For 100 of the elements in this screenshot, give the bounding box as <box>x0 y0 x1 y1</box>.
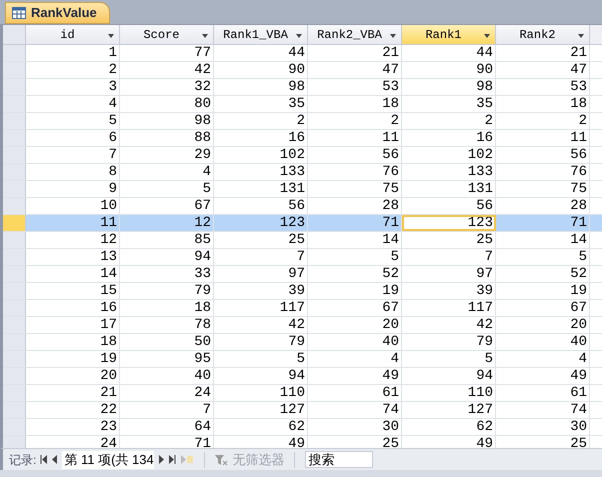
table-cell[interactable]: 21 <box>26 385 120 401</box>
table-cell[interactable]: 42 <box>214 317 308 333</box>
table-cell[interactable]: 18 <box>496 96 590 112</box>
table-cell[interactable]: 75 <box>308 181 402 197</box>
column-header[interactable]: id <box>26 25 120 44</box>
row-selector[interactable] <box>3 181 26 197</box>
table-cell[interactable]: 98 <box>120 113 214 129</box>
table-cell[interactable]: 85 <box>120 232 214 248</box>
table-cell[interactable]: 5 <box>496 249 590 265</box>
table-cell[interactable]: 44 <box>402 45 496 61</box>
table-cell[interactable]: 18 <box>26 334 120 350</box>
table-cell[interactable]: 127 <box>214 402 308 418</box>
table-cell[interactable]: 94 <box>402 368 496 384</box>
row-selector[interactable] <box>3 283 26 299</box>
table-cell[interactable]: 21 <box>496 45 590 61</box>
row-selector[interactable] <box>3 300 26 316</box>
table-cell[interactable]: 11 <box>26 215 120 231</box>
table-cell[interactable]: 64 <box>120 419 214 435</box>
row-selector[interactable] <box>3 402 26 418</box>
table-cell[interactable]: 56 <box>402 198 496 214</box>
table-cell[interactable]: 25 <box>402 232 496 248</box>
table-cell[interactable]: 30 <box>496 419 590 435</box>
table-cell[interactable]: 42 <box>120 62 214 78</box>
table-cell[interactable]: 3 <box>26 79 120 95</box>
first-record-icon[interactable] <box>40 455 48 464</box>
table-cell[interactable]: 4 <box>120 164 214 180</box>
table-cell[interactable]: 35 <box>402 96 496 112</box>
table-cell[interactable]: 10 <box>26 198 120 214</box>
table-cell[interactable]: 80 <box>120 96 214 112</box>
table-cell[interactable]: 49 <box>308 368 402 384</box>
table-cell[interactable]: 11 <box>308 130 402 146</box>
column-header[interactable]: Rank2 <box>496 25 590 44</box>
row-selector[interactable] <box>3 215 26 231</box>
table-cell[interactable]: 2 <box>402 113 496 129</box>
dropdown-arrow-icon[interactable] <box>202 34 208 38</box>
table-cell[interactable]: 62 <box>214 419 308 435</box>
table-cell[interactable]: 133 <box>214 164 308 180</box>
table-cell[interactable]: 12 <box>120 215 214 231</box>
table-cell[interactable]: 74 <box>308 402 402 418</box>
table-cell[interactable]: 1 <box>26 45 120 61</box>
table-cell[interactable]: 28 <box>308 198 402 214</box>
table-tab[interactable]: RankValue <box>5 2 110 24</box>
table-cell[interactable]: 78 <box>120 317 214 333</box>
table-cell[interactable]: 97 <box>214 266 308 282</box>
table-cell[interactable]: 17 <box>26 317 120 333</box>
table-cell[interactable]: 74 <box>496 402 590 418</box>
table-cell[interactable]: 4 <box>308 351 402 367</box>
table-cell[interactable]: 7 <box>26 147 120 163</box>
table-cell[interactable]: 47 <box>308 62 402 78</box>
row-selector[interactable] <box>3 62 26 78</box>
table-cell[interactable]: 19 <box>308 283 402 299</box>
table-cell[interactable]: 79 <box>214 334 308 350</box>
row-selector[interactable] <box>3 419 26 435</box>
table-cell[interactable]: 7 <box>214 249 308 265</box>
table-cell[interactable]: 7 <box>402 249 496 265</box>
table-cell[interactable]: 67 <box>120 198 214 214</box>
table-cell[interactable]: 44 <box>214 45 308 61</box>
table-cell[interactable]: 75 <box>496 181 590 197</box>
table-cell[interactable]: 2 <box>308 113 402 129</box>
table-cell[interactable]: 11 <box>496 130 590 146</box>
table-cell[interactable]: 9 <box>26 181 120 197</box>
table-cell[interactable]: 123 <box>402 215 496 231</box>
row-selector[interactable] <box>3 232 26 248</box>
table-cell[interactable]: 20 <box>308 317 402 333</box>
table-cell[interactable]: 15 <box>26 283 120 299</box>
table-cell[interactable]: 76 <box>308 164 402 180</box>
table-cell[interactable]: 22 <box>26 402 120 418</box>
table-cell[interactable]: 98 <box>402 79 496 95</box>
table-cell[interactable]: 61 <box>496 385 590 401</box>
table-cell[interactable]: 47 <box>496 62 590 78</box>
table-cell[interactable]: 5 <box>402 351 496 367</box>
table-cell[interactable]: 16 <box>26 300 120 316</box>
table-cell[interactable]: 4 <box>496 351 590 367</box>
table-cell[interactable]: 62 <box>402 419 496 435</box>
table-cell[interactable]: 30 <box>308 419 402 435</box>
table-cell[interactable]: 102 <box>402 147 496 163</box>
dropdown-arrow-icon[interactable] <box>390 34 396 38</box>
table-cell[interactable]: 23 <box>26 419 120 435</box>
table-cell[interactable]: 19 <box>496 283 590 299</box>
next-record-icon[interactable] <box>158 455 164 464</box>
last-record-icon[interactable] <box>168 455 176 464</box>
row-selector[interactable] <box>3 198 26 214</box>
table-cell[interactable]: 98 <box>214 79 308 95</box>
table-cell[interactable]: 88 <box>120 130 214 146</box>
row-selector[interactable] <box>3 96 26 112</box>
table-cell[interactable]: 56 <box>496 147 590 163</box>
table-cell[interactable]: 76 <box>496 164 590 180</box>
table-cell[interactable]: 29 <box>120 147 214 163</box>
record-position-field[interactable]: 第 11 项(共 134 <box>62 450 154 468</box>
table-cell[interactable]: 40 <box>308 334 402 350</box>
table-cell[interactable]: 14 <box>496 232 590 248</box>
select-all-corner[interactable] <box>3 25 26 44</box>
table-cell[interactable]: 20 <box>26 368 120 384</box>
column-header[interactable]: Score <box>120 25 214 44</box>
table-cell[interactable]: 79 <box>402 334 496 350</box>
table-cell[interactable]: 42 <box>402 317 496 333</box>
table-cell[interactable]: 40 <box>120 368 214 384</box>
table-cell[interactable]: 133 <box>402 164 496 180</box>
table-cell[interactable]: 50 <box>120 334 214 350</box>
table-cell[interactable]: 79 <box>120 283 214 299</box>
